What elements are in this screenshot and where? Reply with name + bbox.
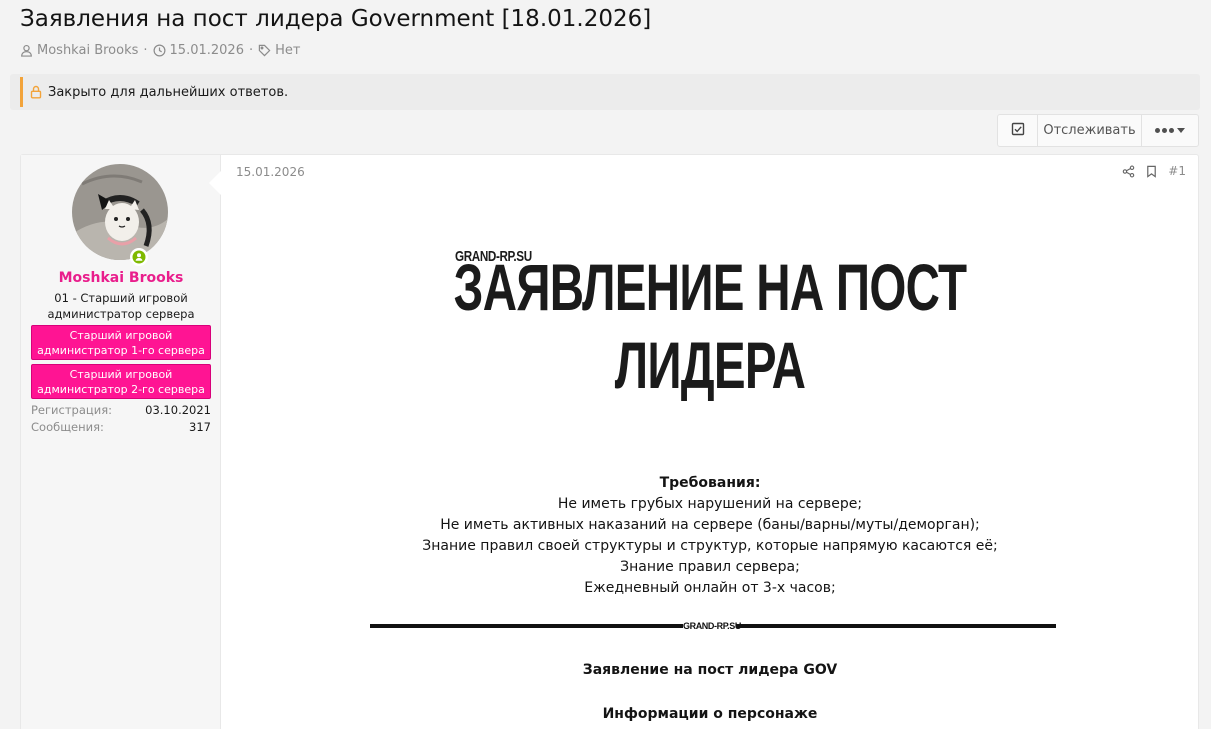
meta-separator: ·	[143, 43, 148, 58]
avatar[interactable]	[72, 164, 168, 260]
username-link[interactable]: Moshkai Brooks	[21, 270, 221, 286]
stat-value: 03.10.2021	[145, 403, 211, 417]
share-icon[interactable]	[1122, 165, 1135, 178]
divider-logo: GRAND-RP.SU	[683, 621, 741, 631]
stat-label: Регистрация:	[31, 403, 112, 417]
select-thread-button[interactable]	[998, 115, 1038, 146]
meta-separator: ·	[248, 43, 254, 58]
hero-title: ЗАЯВЛЕНИЕ НА ПОСТ ЛИДЕРА	[358, 248, 1062, 404]
post: Moshkai Brooks 01 - Старший игровой адми…	[20, 154, 1199, 729]
checkbox-icon	[1011, 122, 1025, 140]
thread-author-link[interactable]: Moshkai Brooks	[37, 43, 138, 58]
thread-tags: Нет	[275, 43, 301, 58]
watch-button[interactable]: Отслеживать	[1038, 115, 1142, 146]
more-options-button[interactable]	[1142, 115, 1198, 146]
section-subtitle: Информации о персонаже	[602, 706, 818, 722]
user-banner: Старший игровой администратор 1-го серве…	[31, 325, 211, 360]
user-cell-arrow	[209, 171, 221, 195]
user-stat-messages: Сообщения: 317	[31, 419, 211, 435]
requirement-item: Знание правил своей структуры и структур…	[422, 538, 998, 554]
thread-meta: Moshkai Brooks · 15.01.2026 · Нет	[20, 43, 300, 58]
thread-actions: Отслеживать	[997, 114, 1199, 147]
stat-value: 317	[189, 420, 211, 434]
user-stat-registration: Регистрация: 03.10.2021	[31, 402, 211, 418]
clock-icon	[153, 44, 166, 57]
post-user-cell: Moshkai Brooks 01 - Старший игровой адми…	[21, 155, 221, 729]
more-dots-icon	[1155, 128, 1174, 133]
closed-notice-text: Закрыто для дальнейших ответов.	[48, 84, 289, 100]
divider-line	[370, 624, 683, 628]
thread-date-link[interactable]: 15.01.2026	[170, 43, 244, 58]
caret-down-icon	[1177, 128, 1185, 133]
bookmark-icon[interactable]	[1145, 165, 1158, 178]
requirements-heading: Требования:	[659, 475, 761, 491]
requirements-list: Не иметь грубых нарушений на сервере; Не…	[221, 494, 1199, 599]
requirement-item: Ежедневный онлайн от 3-х часов;	[584, 580, 836, 596]
lock-icon	[29, 85, 43, 99]
closed-notice: Закрыто для дальнейших ответов.	[20, 77, 288, 107]
post-tools: #1	[1122, 164, 1186, 178]
requirement-item: Не иметь активных наказаний на сервере (…	[440, 517, 980, 533]
divider-image: GRAND-RP.SU	[370, 619, 1056, 633]
user-banner: Старший игровой администратор 2-го серве…	[31, 364, 211, 399]
user-icon	[20, 44, 33, 57]
section-title: Заявление на пост лидера GOV	[582, 662, 838, 678]
divider-line	[736, 624, 1056, 628]
page-title: Заявления на пост лидера Government [18.…	[20, 6, 652, 32]
post-number-link[interactable]: #1	[1168, 164, 1186, 178]
hero-logo: GRAND-RP.SU	[455, 248, 532, 265]
online-status-icon	[130, 248, 148, 266]
hero-title-line: ЛИДЕРА	[614, 328, 806, 402]
stat-label: Сообщения:	[31, 420, 104, 434]
requirement-item: Не иметь грубых нарушений на сервере;	[557, 496, 863, 512]
user-title: 01 - Старший игровой администратор серве…	[47, 291, 195, 321]
tag-icon	[258, 44, 271, 57]
post-message-cell: 15.01.2026 #1 ЗАЯВЛЕНИЕ НА ПОСТ ЛИДЕРА G…	[221, 155, 1198, 729]
post-date-link[interactable]: 15.01.2026	[236, 165, 305, 179]
requirement-item: Знание правил сервера;	[620, 559, 800, 575]
